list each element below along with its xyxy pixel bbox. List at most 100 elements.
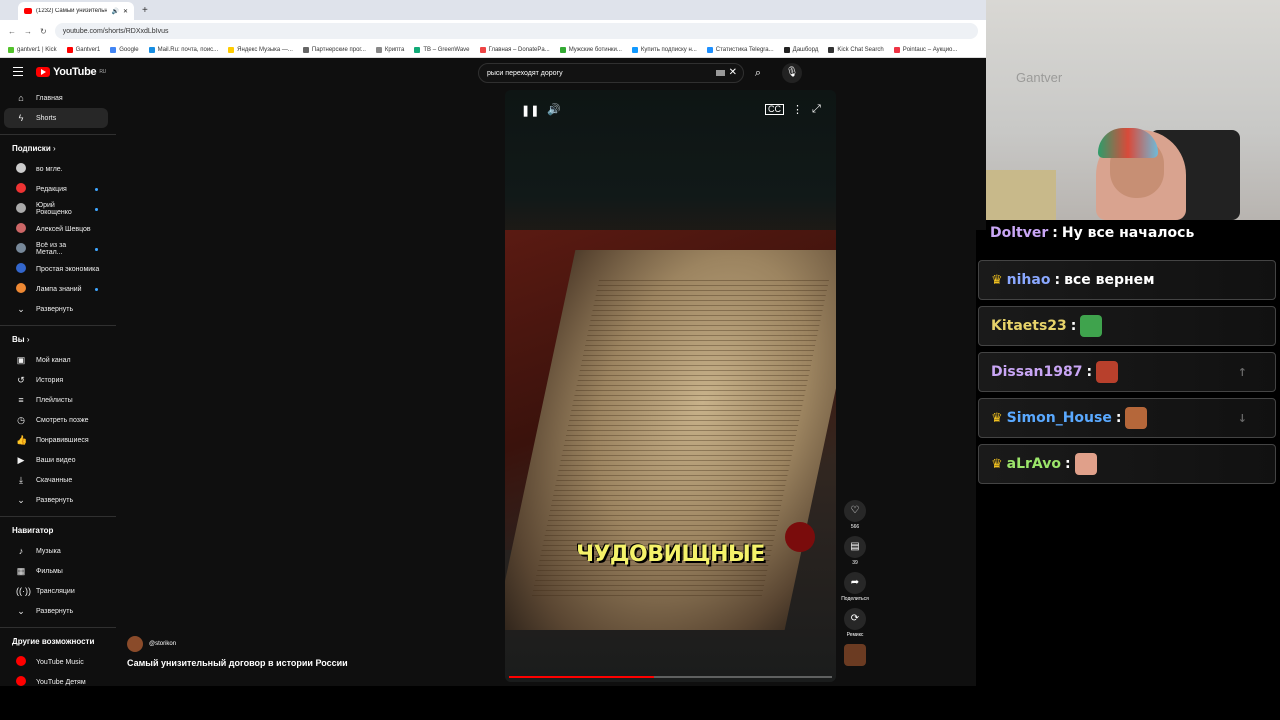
divider — [0, 516, 116, 517]
live-icon: ((·)) — [16, 586, 31, 596]
channel-avatar-icon — [16, 283, 26, 295]
bookmark-item[interactable]: TB – GreenWave — [414, 46, 470, 53]
like-action[interactable]: ♡ 566 — [838, 500, 872, 530]
address-bar[interactable]: youtube.com/shorts/RDXxdLbIvus — [54, 23, 978, 39]
bookmark-item[interactable]: Криптa — [375, 46, 404, 53]
sidebar-item-label: Развернуть — [36, 607, 74, 615]
fullscreen-icon[interactable]: ⤢ — [812, 103, 821, 116]
sidebar-item[interactable]: ▶ Ваши видео — [4, 450, 108, 470]
address-row: ← → ↻ youtube.com/shorts/RDXxdLbIvus — [0, 20, 986, 42]
logo-region: RU — [99, 69, 106, 75]
channel-handle[interactable]: @storikon — [149, 641, 176, 647]
like-icon[interactable]: ♡ — [844, 500, 866, 522]
sidebar-item[interactable]: ↺ История — [4, 370, 108, 390]
sidebar-item-label: Лампа знаний — [36, 285, 82, 293]
chat-text: Ну все началось — [1061, 225, 1195, 241]
sidebar-item[interactable]: ⌄ Развернуть — [4, 601, 108, 621]
sidebar-item[interactable]: во мгле. — [4, 159, 108, 179]
sidebar-item[interactable]: Простая экономика — [4, 259, 108, 279]
tab-youtube[interactable]: (1232) Самый унизительн... 🔊 ✕ — [18, 2, 134, 20]
emote-icon — [1074, 453, 1097, 475]
bookmark-favicon-icon — [828, 46, 835, 53]
reload-icon[interactable]: ↻ — [40, 27, 47, 36]
channel-info[interactable]: @storikon — [127, 636, 176, 652]
sidebar-item[interactable]: 👍 Понравившиеся — [4, 430, 108, 450]
captions-icon[interactable]: CC — [765, 104, 784, 115]
sound-avatar[interactable] — [844, 644, 866, 666]
sidebar-item[interactable]: Юрий Рокощенко — [4, 199, 108, 219]
sidebar-item[interactable]: ⌄ Развернуть — [4, 299, 108, 319]
pause-icon[interactable]: ❚❚ — [521, 104, 539, 117]
microphone-icon[interactable]: 🎙 — [782, 63, 802, 83]
bookmark-item[interactable]: Мужские ботинки... — [559, 46, 622, 53]
divider — [0, 627, 116, 628]
search-icon[interactable]: ⌕ — [749, 64, 767, 82]
bookmark-item[interactable]: Google — [110, 46, 139, 53]
sidebar-item[interactable]: Лампа знаний — [4, 279, 108, 299]
search-input[interactable]: рыси переходят дорогу ✕ — [478, 63, 744, 83]
youtube-logo[interactable]: YouTube RU — [36, 66, 106, 78]
chat-separator: : — [1070, 318, 1077, 334]
sidebar-item[interactable]: ▦ Фильмы — [4, 561, 108, 581]
comment-icon[interactable]: ▤ — [844, 536, 866, 558]
sidebar-item[interactable]: ⌂ Главная — [4, 88, 108, 108]
volume-icon[interactable]: 🔊 — [547, 103, 561, 116]
audio-icon[interactable]: 🔊 — [111, 8, 118, 15]
bookmark-item[interactable]: Gantver1 — [66, 46, 100, 53]
menu-icon[interactable] — [13, 67, 23, 79]
bookmark-favicon-icon — [302, 46, 309, 53]
share-action[interactable]: ➦ Поделиться — [838, 572, 872, 602]
sidebar-item[interactable]: ϟ Shorts — [4, 108, 108, 128]
sidebar-item-label: Фильмы — [36, 567, 63, 575]
close-tab-icon[interactable]: ✕ — [123, 8, 128, 15]
bookmark-item[interactable]: Mail.Ru: почта, поис... — [148, 46, 218, 53]
sidebar-item[interactable]: YouTube Детям — [4, 672, 108, 686]
bookmark-item[interactable]: Kick Chat Search — [828, 46, 884, 53]
progress-bar[interactable] — [509, 676, 832, 678]
new-tab-button[interactable]: + — [142, 2, 148, 20]
sidebar-item[interactable]: Всё из за Метал... — [4, 239, 108, 259]
youtube-favicon-icon — [24, 8, 32, 14]
sound-action[interactable] — [838, 644, 872, 666]
keyboard-icon[interactable] — [716, 70, 725, 76]
remix-icon[interactable]: ⟳ — [844, 608, 866, 630]
bookmark-item[interactable]: Яндекс Музыка —... — [228, 46, 293, 53]
forward-icon[interactable]: → — [24, 27, 32, 36]
bookmark-item[interactable]: Купить подписку н... — [631, 46, 697, 53]
shorts-player[interactable]: ❚❚ 🔊 CC ⋮ ⤢ ЧУДОВИЩНЫЕ — [505, 90, 836, 682]
video-title[interactable]: Самый унизительный договор в истории Рос… — [127, 658, 348, 668]
bookmark-item[interactable]: Дашборд — [783, 46, 818, 53]
webcam-overlay: Gantver — [986, 0, 1280, 220]
bookmark-item[interactable]: Главная – DonatePa... — [479, 46, 550, 53]
bookmark-item[interactable]: Партнерские прог... — [302, 46, 366, 53]
bookmark-item[interactable]: Статистика Telegra... — [706, 46, 774, 53]
share-icon[interactable]: ➦ — [844, 572, 866, 594]
back-icon[interactable]: ← — [8, 27, 16, 36]
channel-avatar[interactable] — [127, 636, 143, 652]
you-title[interactable]: Вы › — [0, 330, 116, 350]
sidebar-item[interactable]: Редакция — [4, 179, 108, 199]
sidebar-item[interactable]: Алексей Шевцов — [4, 219, 108, 239]
sidebar-item[interactable]: ((·)) Трансляции — [4, 581, 108, 601]
sidebar-item[interactable]: ⌄ Развернуть — [4, 490, 108, 510]
chat-message: Kitaets23 : — [978, 306, 1276, 346]
more-options-icon[interactable]: ⋮ — [792, 103, 803, 116]
sidebar-item[interactable]: YouTube Music — [4, 652, 108, 672]
subscriptions-title[interactable]: Подписки › — [0, 139, 116, 159]
sidebar-item[interactable]: ⤓ Скачанные — [4, 470, 108, 490]
remix-action[interactable]: ⟳ Ремикс — [838, 608, 872, 638]
sidebar-item[interactable]: ◷ Смотреть позже — [4, 410, 108, 430]
arrow-up-icon[interactable]: ↑ — [1238, 366, 1247, 379]
sidebar-item-label: Музыка — [36, 547, 61, 555]
sidebar-item[interactable]: ▣ Мой канал — [4, 350, 108, 370]
sidebar-item-label: Мой канал — [36, 356, 71, 364]
chat-username: aLrAvo — [1006, 456, 1062, 472]
sidebar-item[interactable]: ♪ Музыка — [4, 541, 108, 561]
movies-icon: ▦ — [16, 565, 26, 576]
bookmark-item[interactable]: gantver1 | Kick — [8, 46, 57, 53]
bookmark-item[interactable]: Pointauc – Аукцио... — [893, 46, 957, 53]
clear-search-icon[interactable]: ✕ — [729, 67, 737, 78]
arrow-down-icon[interactable]: ↓ — [1238, 412, 1247, 425]
comment-action[interactable]: ▤ 39 — [838, 536, 872, 566]
sidebar-item[interactable]: ≡ Плейлисты — [4, 390, 108, 410]
